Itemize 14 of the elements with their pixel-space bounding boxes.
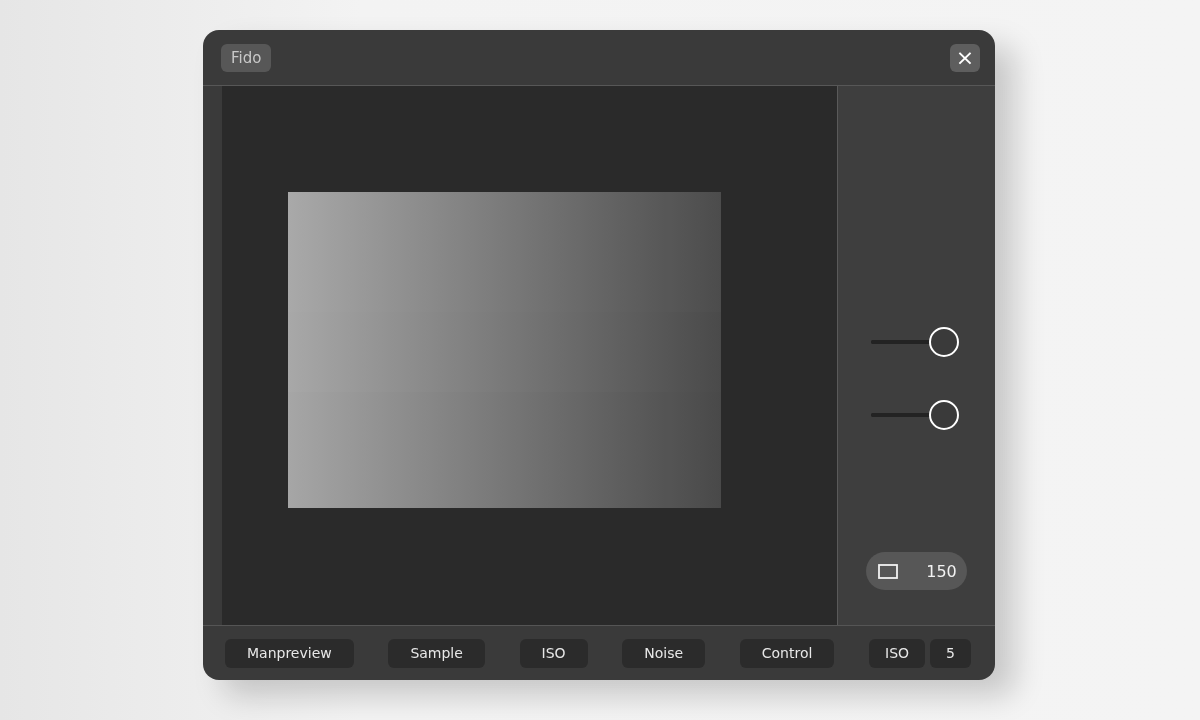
close-button[interactable]: × <box>950 43 980 72</box>
toolbar-button[interactable]: Noise <box>622 638 706 668</box>
toolbar-button[interactable]: ISO <box>869 638 926 668</box>
window-title: Fido <box>221 43 272 72</box>
toolbar-button[interactable]: 5 <box>930 638 971 668</box>
toolbar-button[interactable]: Manpreview <box>225 638 354 668</box>
toolbar-button[interactable]: ISO <box>519 638 588 668</box>
badge-value: 150 <box>926 561 957 581</box>
slider-thumb[interactable] <box>929 326 960 357</box>
frame-size-badge[interactable]: 150 <box>866 552 967 590</box>
slider-thumb[interactable] <box>929 399 960 430</box>
toolbar-button[interactable]: Sample <box>388 638 485 668</box>
toolbar-button[interactable]: Control <box>739 638 835 668</box>
rectangle-icon <box>878 563 899 579</box>
